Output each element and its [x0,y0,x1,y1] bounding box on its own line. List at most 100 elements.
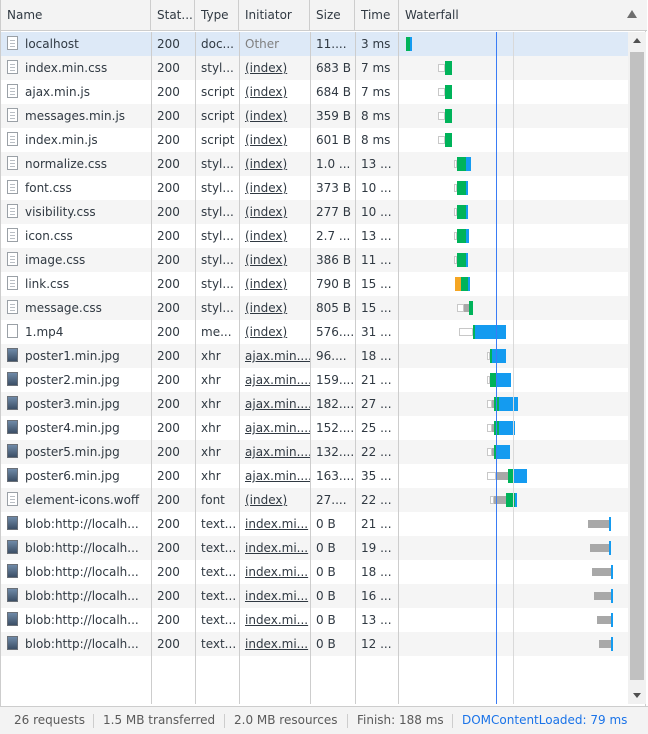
request-initiator[interactable]: (index) [245,157,287,171]
waterfall-segment-download[interactable] [409,37,412,51]
waterfall-segment-waiting[interactable] [457,253,466,267]
vertical-scrollbar[interactable] [628,32,646,704]
request-initiator[interactable]: (index) [245,181,287,195]
request-name-cell[interactable]: index.min.js [1,128,151,152]
waterfall-segment-download[interactable] [465,181,468,195]
request-initiator[interactable]: ajax.min.... [245,469,310,483]
waterfall-segment-download[interactable] [499,397,519,411]
waterfall-segment-blocked[interactable] [495,472,508,480]
column-header-status[interactable]: Stat... [151,0,195,31]
waterfall-segment-download[interactable] [497,445,510,459]
waterfall-segment-waiting[interactable] [444,133,452,147]
request-initiator[interactable]: index.mi... [245,613,308,627]
request-initiator[interactable]: index.mi... [245,517,308,531]
waterfall-segment-download[interactable] [611,613,614,627]
waterfall-segment-waiting[interactable] [444,61,452,75]
waterfall-segment-download[interactable] [609,541,612,555]
scroll-up-arrow-icon[interactable] [628,32,646,48]
request-initiator[interactable]: (index) [245,229,287,243]
request-name-cell[interactable]: poster6.min.jpg [1,464,151,488]
request-name-cell[interactable]: poster1.min.jpg [1,344,151,368]
request-name-cell[interactable]: index.min.css [1,56,151,80]
request-name-cell[interactable]: visibility.css [1,200,151,224]
request-initiator[interactable]: ajax.min.... [245,445,310,459]
request-name-cell[interactable]: blob:http://localh... [1,560,151,584]
column-header-time[interactable]: Time [355,0,399,31]
waterfall-segment-queued[interactable] [458,328,473,336]
request-name-cell[interactable]: blob:http://localh... [1,632,151,656]
request-initiator[interactable]: ajax.min.... [245,421,310,435]
request-name-cell[interactable]: poster2.min.jpg [1,368,151,392]
request-name-cell[interactable]: link.css [1,272,151,296]
request-name-cell[interactable]: 1.mp4 [1,320,151,344]
waterfall-segment-blocked[interactable] [590,544,610,552]
waterfall-segment-download[interactable] [513,469,528,483]
waterfall-segment-waiting[interactable] [457,205,466,219]
waterfall-segment-download[interactable] [465,253,468,267]
request-initiator[interactable]: ajax.min.... [245,397,310,411]
column-header-waterfall[interactable]: Waterfall [399,0,647,31]
request-name-cell[interactable]: icon.css [1,224,151,248]
request-initiator[interactable]: index.mi... [245,637,308,651]
column-header-type[interactable]: Type [195,0,239,31]
waterfall-segment-download[interactable] [611,637,614,651]
request-initiator[interactable]: (index) [245,325,287,339]
request-name-cell[interactable]: poster5.min.jpg [1,440,151,464]
request-initiator[interactable]: (index) [245,301,287,315]
waterfall-segment-blocked[interactable] [591,568,611,576]
request-initiator[interactable]: ajax.min.... [245,373,310,387]
request-initiator[interactable]: (index) [245,205,287,219]
waterfall-segment-download[interactable] [514,493,517,507]
waterfall-segment-download[interactable] [611,565,614,579]
request-initiator[interactable]: (index) [245,109,287,123]
request-initiator[interactable]: (index) [245,253,287,267]
waterfall-segment-download[interactable] [609,517,612,531]
waterfall-segment-download[interactable] [467,277,470,291]
request-name-cell[interactable]: normalize.css [1,152,151,176]
scrollbar-thumb[interactable] [630,52,644,680]
request-name-cell[interactable]: blob:http://localh... [1,512,151,536]
waterfall-segment-waiting[interactable] [457,181,466,195]
waterfall-segment-download[interactable] [465,157,472,171]
request-initiator[interactable]: (index) [245,133,287,147]
request-name-cell[interactable]: messages.min.js [1,104,151,128]
request-initiator[interactable]: index.mi... [245,565,308,579]
request-initiator[interactable]: (index) [245,277,287,291]
column-header-initiator[interactable]: Initiator [239,0,310,31]
request-name-cell[interactable]: element-icons.woff [1,488,151,512]
waterfall-segment-download[interactable] [465,205,468,219]
waterfall-segment-queued[interactable] [457,304,465,312]
waterfall-segment-queued[interactable] [437,136,445,144]
request-name-cell[interactable]: font.css [1,176,151,200]
request-initiator[interactable]: index.mi... [245,541,308,555]
waterfall-segment-queued[interactable] [437,88,445,96]
column-header-size[interactable]: Size [310,0,355,31]
scroll-down-arrow-icon[interactable] [628,688,646,704]
request-name-cell[interactable]: image.css [1,248,151,272]
request-name-cell[interactable]: poster3.min.jpg [1,392,151,416]
request-name-cell[interactable]: ajax.min.js [1,80,151,104]
waterfall-segment-waiting[interactable] [460,277,468,291]
waterfall-segment-waiting[interactable] [457,229,466,243]
waterfall-segment-download[interactable] [492,349,507,363]
waterfall-segment-waiting[interactable] [469,301,473,315]
waterfall-segment-queued[interactable] [486,472,496,480]
waterfall-segment-download[interactable] [465,229,470,243]
request-initiator[interactable]: index.mi... [245,589,308,603]
waterfall-segment-download[interactable] [495,373,512,387]
column-header-name[interactable]: Name [1,0,151,31]
request-name-cell[interactable]: poster4.min.jpg [1,416,151,440]
request-initiator[interactable]: (index) [245,61,287,75]
waterfall-segment-blocked[interactable] [588,520,610,528]
request-name-cell[interactable]: message.css [1,296,151,320]
request-name-cell[interactable]: blob:http://localh... [1,584,151,608]
request-initiator[interactable]: ajax.min.... [245,349,310,363]
request-name-cell[interactable]: blob:http://localh... [1,608,151,632]
waterfall-segment-download[interactable] [474,325,507,339]
dom-content-loaded-time[interactable]: DOMContentLoaded: 79 ms [454,707,635,734]
waterfall-segment-blocked[interactable] [598,640,612,648]
waterfall-segment-waiting[interactable] [457,157,466,171]
waterfall-segment-queued[interactable] [437,112,445,120]
waterfall-segment-waiting[interactable] [444,85,452,99]
request-name-cell[interactable]: blob:http://localh... [1,536,151,560]
